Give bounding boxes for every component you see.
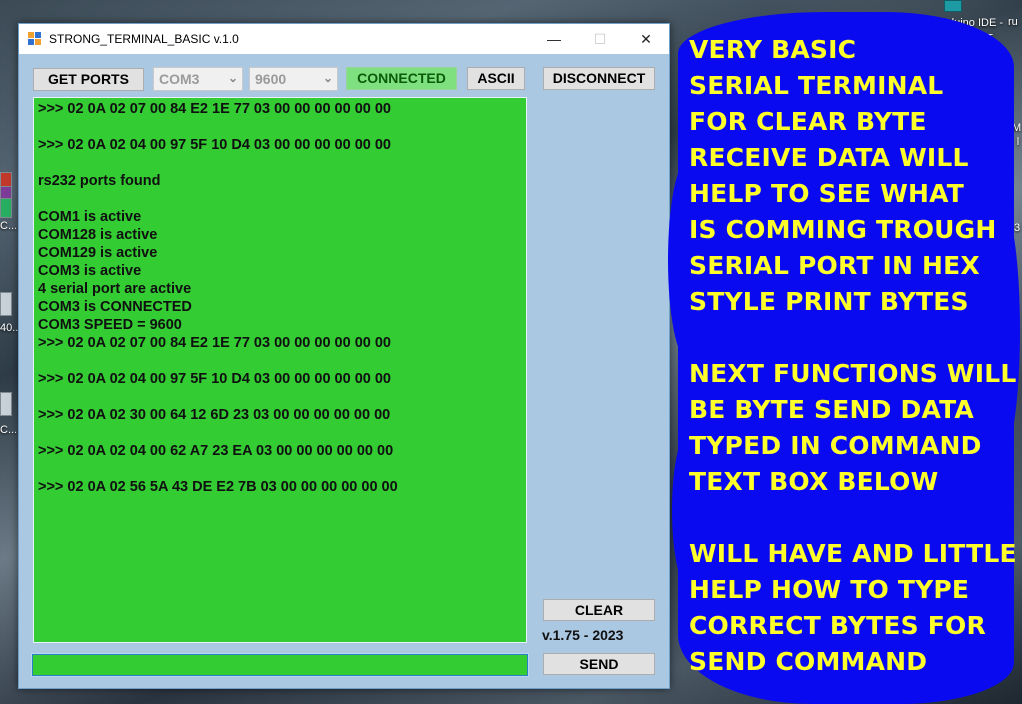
desktop-app-icon[interactable] xyxy=(0,198,12,218)
log-line: >>> 02 0A 02 56 5A 43 DE E2 7B 03 00 00 … xyxy=(38,479,398,495)
note-line xyxy=(689,320,1014,356)
log-line: >>> 02 0A 02 07 00 84 E2 1E 77 03 00 00 … xyxy=(38,335,391,351)
log-line: >>> 02 0A 02 07 00 84 E2 1E 77 03 00 00 … xyxy=(38,101,391,117)
terminal-window: STRONG_TERMINAL_BASIC v.1.0 — ☐ ✕ GET PO… xyxy=(18,23,670,689)
desktop-icon-label: C... xyxy=(0,424,18,436)
title-bar[interactable]: STRONG_TERMINAL_BASIC v.1.0 — ☐ ✕ xyxy=(19,24,669,54)
chevron-down-icon: ⌄ xyxy=(322,71,333,85)
send-button[interactable]: SEND xyxy=(543,653,655,675)
log-line: rs232 ports found xyxy=(38,173,161,189)
note-line: SERIAL TERMINAL xyxy=(689,71,944,100)
note-line: CORRECT BYTES FOR xyxy=(689,611,986,640)
get-ports-button[interactable]: GET PORTS xyxy=(33,68,144,91)
note-line: STYLE PRINT BYTES xyxy=(689,287,969,316)
annotation-note: VERY BASIC SERIAL TERMINAL FOR CLEAR BYTE R… xyxy=(689,32,1017,680)
note-line: IS COMMING TROUGH xyxy=(689,215,997,244)
note-line: FOR CLEAR BYTE xyxy=(689,107,927,136)
chevron-down-icon: ⌄ xyxy=(227,71,238,85)
desktop-file-icon[interactable] xyxy=(0,292,12,316)
log-line: COM129 is active xyxy=(38,245,158,261)
port-select[interactable]: COM3 ⌄ xyxy=(153,67,243,91)
log-line: >>> 02 0A 02 04 00 97 5F 10 D4 03 00 00 … xyxy=(38,371,391,387)
log-line: >>> 02 0A 02 30 00 64 12 6D 23 03 00 00 … xyxy=(38,407,391,423)
receive-log-textbox[interactable]: >>> 02 0A 02 07 00 84 E2 1E 77 03 00 00 … xyxy=(33,97,527,643)
log-line: COM3 is CONNECTED xyxy=(38,299,192,315)
minimize-button[interactable]: — xyxy=(531,24,577,54)
log-line: COM1 is active xyxy=(38,209,142,225)
note-line: WILL HAVE AND LITTLE xyxy=(689,539,1017,568)
note-line: TEXT BOX BELOW xyxy=(689,467,939,496)
log-line: >>> 02 0A 02 04 00 62 A7 23 EA 03 00 00 … xyxy=(38,443,394,459)
desktop-icon-label: C... xyxy=(0,220,18,232)
version-label: v.1.75 - 2023 xyxy=(542,627,624,643)
log-line: COM3 is active xyxy=(38,263,142,279)
note-line: VERY BASIC xyxy=(689,35,857,64)
baud-select-value: 9600 xyxy=(255,71,287,87)
note-line: SERIAL PORT IN HEX xyxy=(689,251,980,280)
note-line: TYPED IN COMMAND xyxy=(689,431,982,460)
note-line: SEND COMMAND xyxy=(689,647,928,676)
note-line xyxy=(689,500,1014,536)
ascii-button[interactable]: ASCII xyxy=(467,67,525,90)
log-line: 4 serial port are active xyxy=(38,281,192,297)
desktop-icon-label: 3 xyxy=(1014,222,1021,234)
close-button[interactable]: ✕ xyxy=(623,24,669,54)
maximize-button[interactable]: ☐ xyxy=(577,24,623,54)
window-title: STRONG_TERMINAL_BASIC v.1.0 xyxy=(49,32,239,46)
note-line: RECEIVE DATA WILL xyxy=(689,143,969,172)
note-line: BE BYTE SEND DATA xyxy=(689,395,974,424)
clear-button[interactable]: CLEAR xyxy=(543,599,655,621)
log-line: >>> 02 0A 02 04 00 97 5F 10 D4 03 00 00 … xyxy=(38,137,391,153)
arduino-shortcut-icon[interactable] xyxy=(944,0,962,12)
baud-select[interactable]: 9600 ⌄ xyxy=(249,67,338,91)
desktop-icon-label: ru xyxy=(1008,16,1018,28)
disconnect-button[interactable]: DISCONNECT xyxy=(543,67,655,90)
note-line: HELP HOW TO TYPE xyxy=(689,575,970,604)
note-line: NEXT FUNCTIONS WILL xyxy=(689,359,1017,388)
log-line: COM128 is active xyxy=(38,227,158,243)
note-line: HELP TO SEE WHAT xyxy=(689,179,964,208)
log-line: COM3 SPEED = 9600 xyxy=(38,317,182,333)
port-select-value: COM3 xyxy=(159,71,200,87)
desktop-file-icon[interactable] xyxy=(0,392,12,416)
connection-status-badge: CONNECTED xyxy=(346,67,457,90)
command-input[interactable] xyxy=(31,653,529,677)
app-icon xyxy=(28,32,42,46)
